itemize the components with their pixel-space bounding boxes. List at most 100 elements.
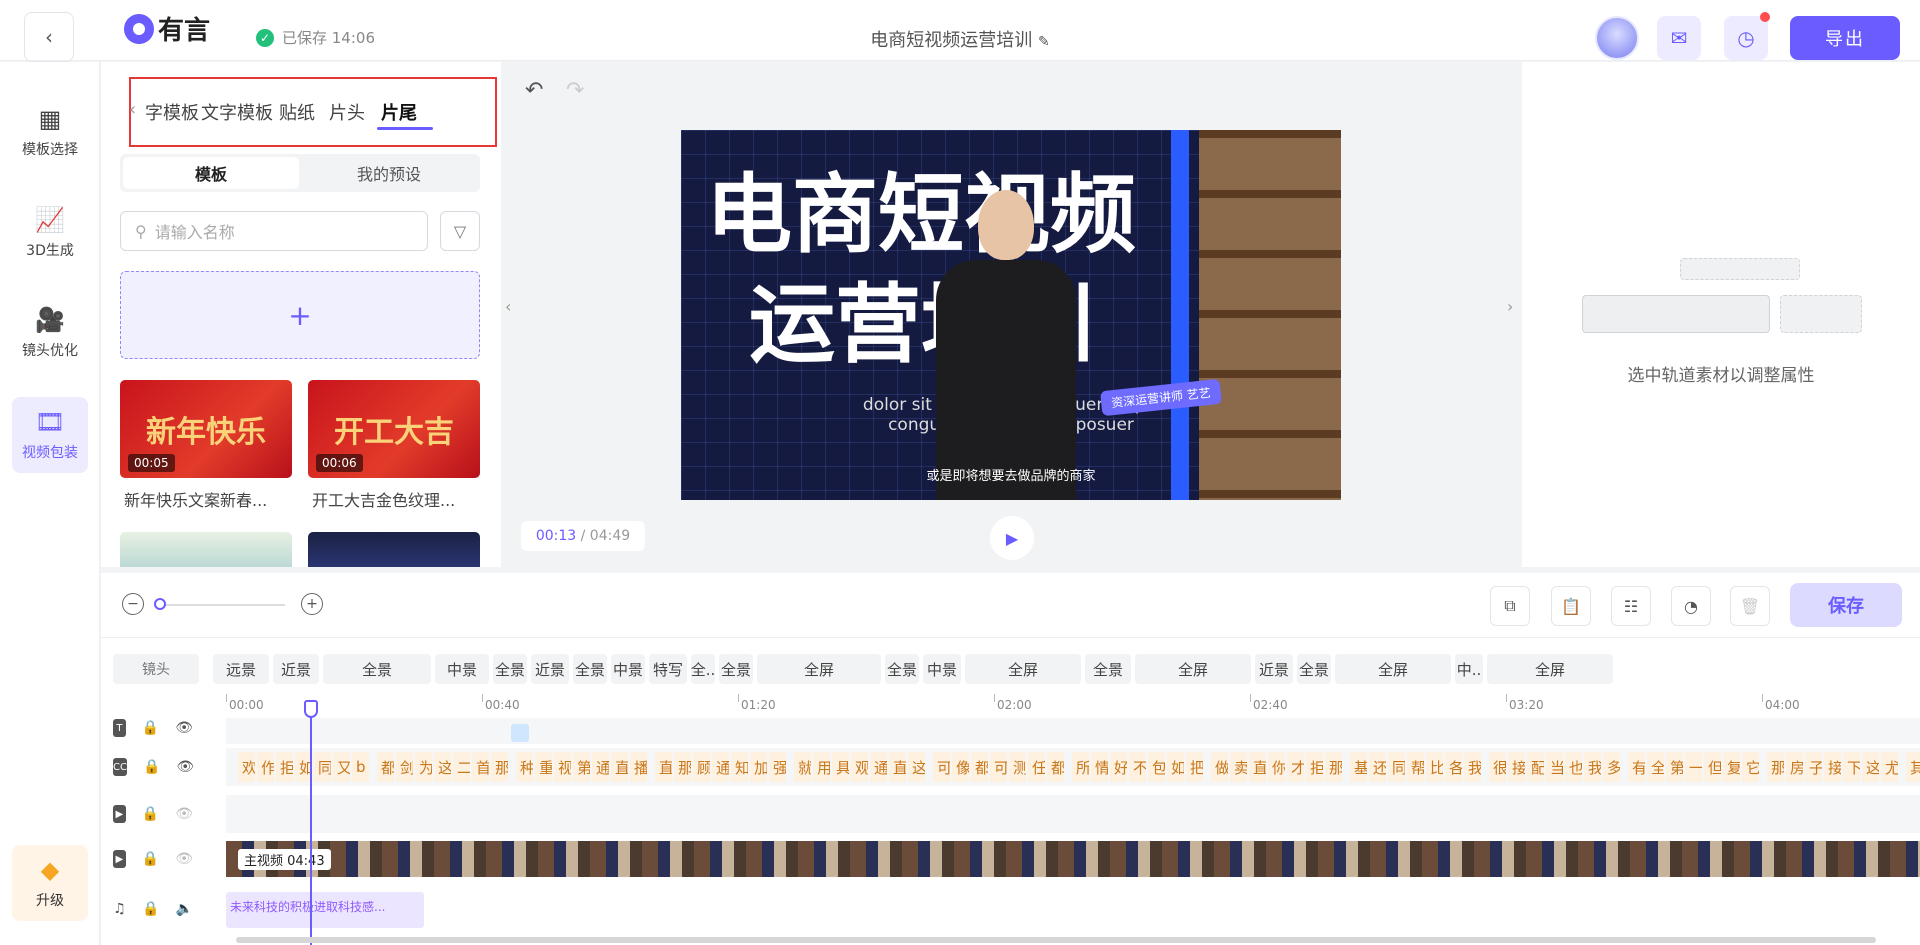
- shot-clip[interactable]: 全屏: [757, 654, 881, 684]
- zoom-in-icon[interactable]: +: [301, 593, 323, 615]
- tab-outro[interactable]: 片尾: [381, 99, 417, 125]
- subtitle-clip[interactable]: 接: [1824, 752, 1841, 782]
- subtitle-clip[interactable]: 直: [1249, 752, 1266, 782]
- subtitle-clip[interactable]: 那: [491, 752, 508, 782]
- tab-font-template[interactable]: 字模板: [145, 99, 199, 125]
- subtitle-clip[interactable]: 那: [674, 752, 691, 782]
- template-card-2[interactable]: [120, 532, 292, 567]
- save-button[interactable]: 保存: [1790, 583, 1902, 627]
- time-ruler[interactable]: 00:00 00:40 01:20 02:00 02:40 03:20 04:00: [226, 694, 1920, 716]
- upgrade-button[interactable]: ◆ 升级: [12, 845, 88, 921]
- subtitle-clip[interactable]: 帮: [1407, 752, 1424, 782]
- template-card-3[interactable]: [308, 532, 480, 567]
- shot-clip[interactable]: 特写: [649, 654, 687, 684]
- subtitle-clip[interactable]: 第: [1666, 752, 1683, 782]
- mail-button[interactable]: ✉: [1657, 16, 1701, 60]
- subtitle-clip[interactable]: 顾: [693, 752, 710, 782]
- subtitle-clip[interactable]: 做: [1211, 752, 1228, 782]
- shot-clip[interactable]: 近景: [273, 654, 319, 684]
- subtitle-clip[interactable]: 多: [1603, 752, 1620, 782]
- volume-icon[interactable]: 🔈: [176, 900, 193, 918]
- subtitle-clip[interactable]: 房: [1786, 752, 1803, 782]
- subtitle-clip[interactable]: 都: [377, 752, 394, 782]
- subtitle-clip[interactable]: 好: [1110, 752, 1127, 782]
- subtitle-clip[interactable]: 直: [611, 752, 628, 782]
- subtitle-clip[interactable]: 包: [1148, 752, 1165, 782]
- subtitle-clip[interactable]: 情: [1091, 752, 1108, 782]
- subtitle-clip[interactable]: 同: [314, 752, 331, 782]
- lock-icon[interactable]: 🔒: [143, 758, 160, 776]
- subtitle-clip[interactable]: 卖: [1230, 752, 1247, 782]
- subtitle-clip[interactable]: 这: [1862, 752, 1879, 782]
- subtitle-clip[interactable]: 任: [1028, 752, 1045, 782]
- subtitle-clip[interactable]: 同: [1388, 752, 1405, 782]
- add-template-button[interactable]: +: [120, 271, 480, 359]
- shot-clip[interactable]: 远景: [213, 654, 269, 684]
- subtitle-clip[interactable]: 通: [870, 752, 887, 782]
- subtitle-clip[interactable]: 剑: [396, 752, 413, 782]
- subtitle-clip[interactable]: 它: [1742, 752, 1759, 782]
- subtitle-clip[interactable]: 重: [535, 752, 552, 782]
- shot-clip[interactable]: 全景: [573, 654, 607, 684]
- subtitle-clip[interactable]: 强: [769, 752, 786, 782]
- subtitle-clip[interactable]: 种: [516, 752, 533, 782]
- subtitle-clip[interactable]: 其: [1906, 752, 1920, 782]
- copy-button[interactable]: ⧉: [1490, 586, 1530, 626]
- zoom-slider[interactable]: [157, 604, 285, 606]
- split-button[interactable]: ☷: [1611, 586, 1651, 626]
- subtitle-clip[interactable]: 当: [1546, 752, 1563, 782]
- template-card-1[interactable]: 开工大吉 00:06: [308, 380, 480, 478]
- subtitle-clip[interactable]: 就: [794, 752, 811, 782]
- segment-my-presets[interactable]: 我的预设: [301, 157, 477, 189]
- lock-icon[interactable]: 🔒: [142, 850, 159, 868]
- edit-icon[interactable]: ✎: [1038, 34, 1050, 50]
- subtitle-clip[interactable]: 加: [750, 752, 767, 782]
- template-card-0[interactable]: 新年快乐 00:05: [120, 380, 292, 478]
- subtitle-clip[interactable]: 通: [592, 752, 609, 782]
- subtitle-clip[interactable]: 但: [1704, 752, 1721, 782]
- subtitle-clip[interactable]: 播: [630, 752, 647, 782]
- subtitle-clip[interactable]: 直: [655, 752, 672, 782]
- shot-clip[interactable]: 全景: [719, 654, 753, 684]
- history-button[interactable]: ◷: [1724, 12, 1770, 60]
- subtitle-clip[interactable]: 我: [1584, 752, 1601, 782]
- subtitle-clip[interactable]: 直: [889, 752, 906, 782]
- eye-icon[interactable]: 👁: [175, 850, 193, 868]
- shot-clip[interactable]: 中景: [923, 654, 961, 684]
- shot-clip[interactable]: 全..: [691, 654, 715, 684]
- paste-button[interactable]: 📋: [1551, 586, 1591, 626]
- subtitle-clip[interactable]: 欢: [238, 752, 255, 782]
- shot-clip[interactable]: 全景: [323, 654, 431, 684]
- tab-text-template[interactable]: 文字模板: [201, 99, 273, 125]
- redo-icon[interactable]: ↷: [566, 78, 584, 103]
- subtitle-clip[interactable]: b: [352, 752, 369, 782]
- presenter-avatar[interactable]: [916, 184, 1096, 500]
- subtitle-clip[interactable]: 都: [971, 752, 988, 782]
- shot-clip[interactable]: 全屏: [1135, 654, 1251, 684]
- audio-clip[interactable]: 未来科技的积极进取科技感...: [226, 892, 424, 928]
- nav-item-template-select[interactable]: ▦ 模板选择: [12, 94, 88, 170]
- undo-icon[interactable]: ↶: [525, 78, 543, 103]
- shot-clip[interactable]: 中景: [435, 654, 489, 684]
- subtitle-clip[interactable]: 知: [731, 752, 748, 782]
- shot-clip[interactable]: 全屏: [1487, 654, 1613, 684]
- shot-clip[interactable]: 全屏: [965, 654, 1081, 684]
- filter-button[interactable]: ▽: [440, 211, 480, 251]
- zoom-slider-handle[interactable]: [154, 598, 166, 610]
- subtitle-clip[interactable]: 首: [472, 752, 489, 782]
- collapse-right-icon[interactable]: ›: [1507, 297, 1513, 316]
- zoom-out-icon[interactable]: −: [122, 593, 144, 615]
- subtitle-clip[interactable]: 我: [1464, 752, 1481, 782]
- subtitle-clip[interactable]: 第: [573, 752, 590, 782]
- avatar[interactable]: [1595, 16, 1639, 60]
- subtitle-clip[interactable]: 不: [1129, 752, 1146, 782]
- tab-sticker[interactable]: 贴纸: [279, 99, 315, 125]
- subtitle-clip[interactable]: 接: [1508, 752, 1525, 782]
- eye-icon[interactable]: 👁: [175, 805, 193, 823]
- subtitle-track[interactable]: 欢作拒如同又b都剑为这二首那种重视第通直播直那顾通知加强就用具观通直这可像都可测…: [226, 748, 1920, 786]
- subtitle-clip[interactable]: 各: [1445, 752, 1462, 782]
- subtitle-clip[interactable]: 子: [1805, 752, 1822, 782]
- eye-icon[interactable]: 👁: [176, 758, 194, 776]
- tabs-prev-icon[interactable]: ‹: [129, 99, 136, 120]
- delete-button[interactable]: 🗑: [1730, 586, 1770, 626]
